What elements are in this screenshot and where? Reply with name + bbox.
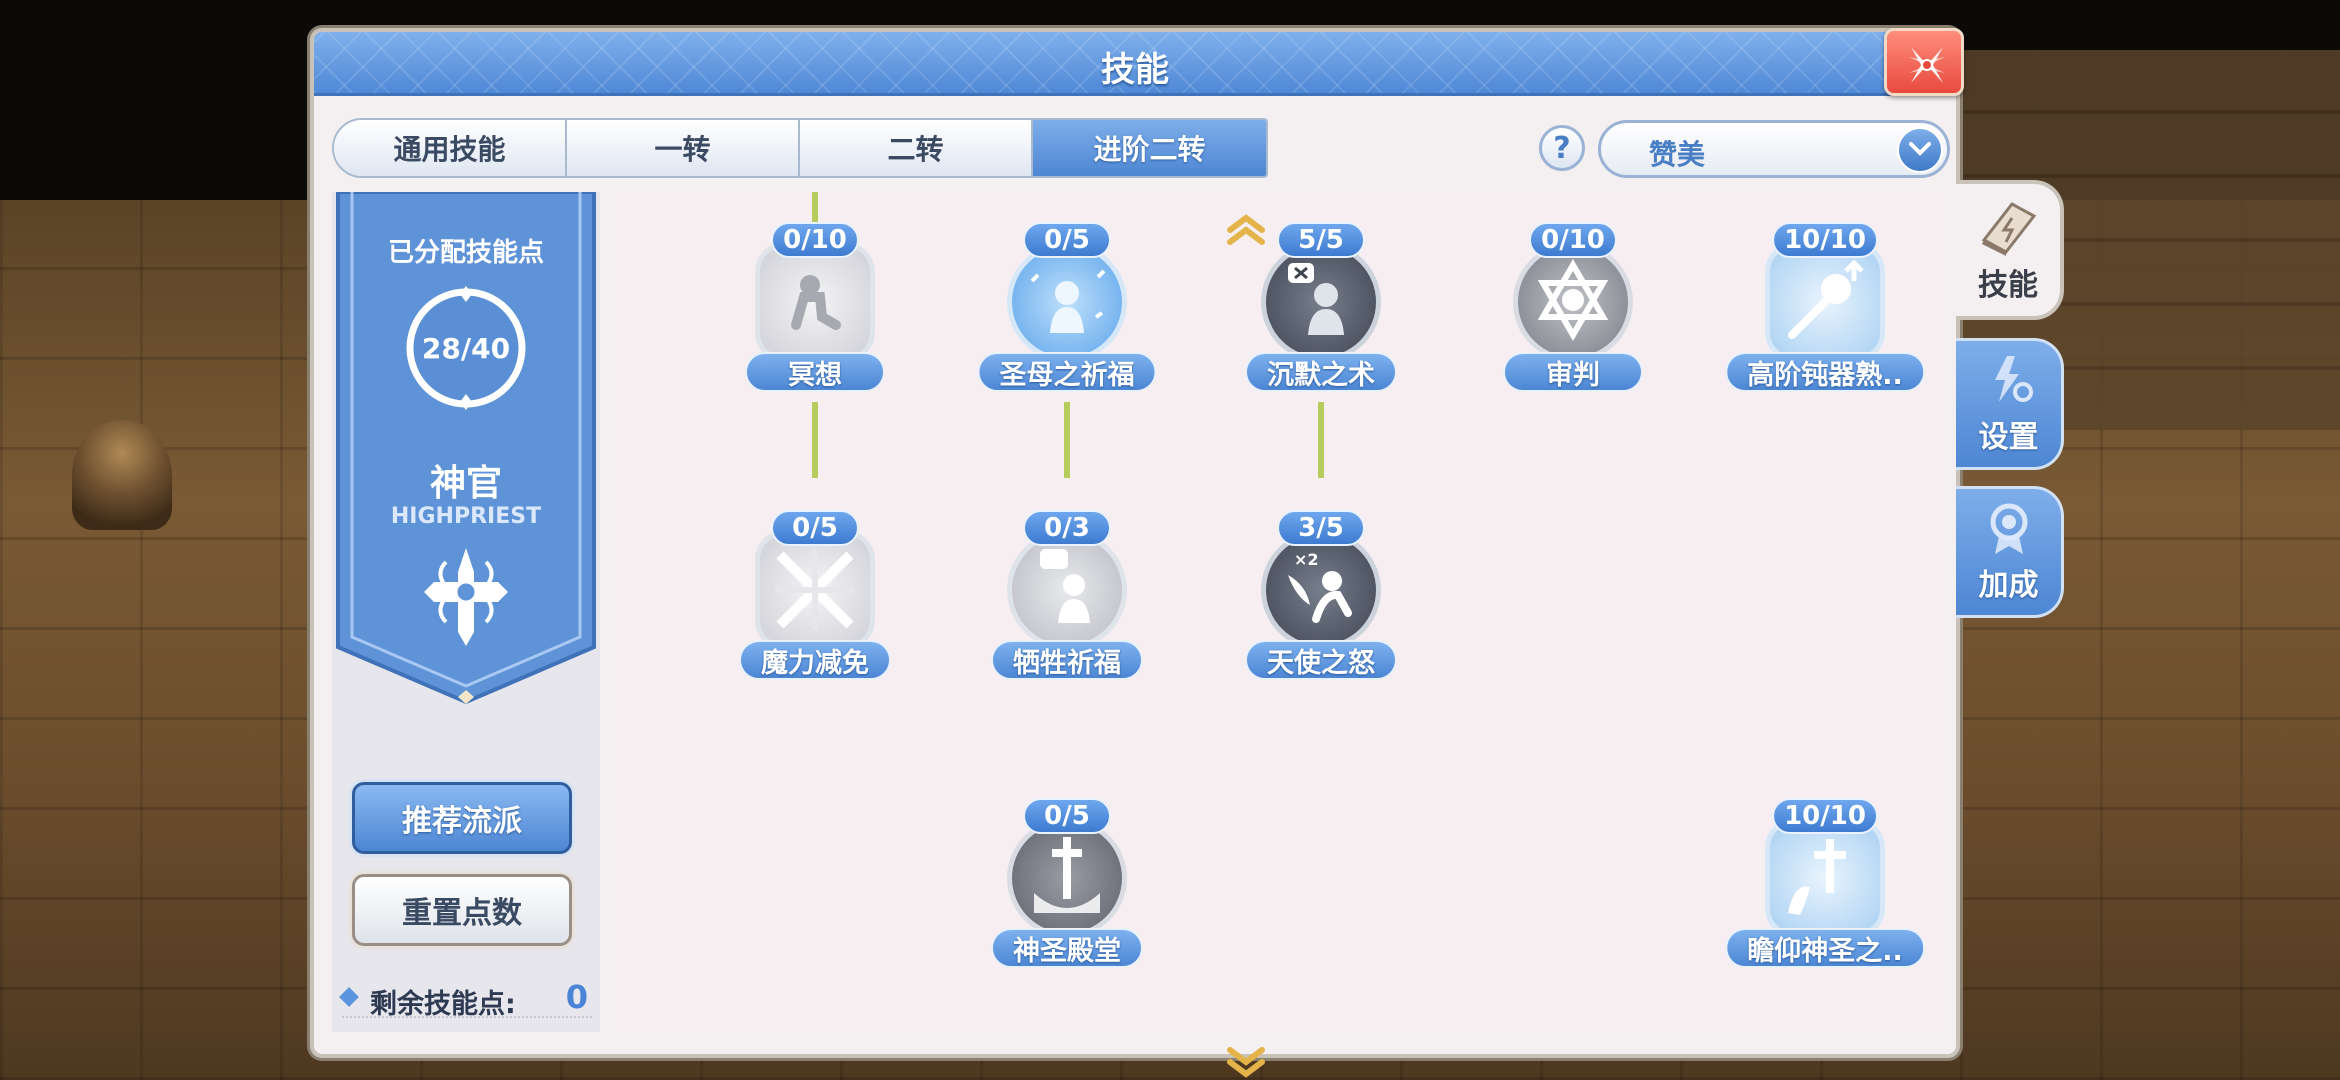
reset-points-button[interactable]: 重置点数 — [352, 874, 572, 946]
skill-level: 10/10 — [1772, 222, 1878, 258]
tab-second-job[interactable]: 二转 — [800, 120, 1033, 176]
scroll-up-icon[interactable] — [1224, 212, 1268, 246]
job-tabs: 通用技能 一转 二转 进阶二转 — [332, 118, 1268, 178]
skill-level: 5/5 — [1277, 222, 1365, 258]
tab-first-job[interactable]: 一转 — [567, 120, 800, 176]
skill-level: 10/10 — [1772, 798, 1878, 834]
skill-name: 神圣殿堂 — [991, 928, 1143, 968]
skill-name: 瞻仰神圣之.. — [1725, 928, 1925, 968]
skill-name: 牺牲祈福 — [991, 640, 1143, 680]
side-tab-bonus[interactable]: 加成 — [1956, 486, 2064, 618]
skill-sacrifice-blessing[interactable]: 0/3 牺牲祈福 — [972, 510, 1162, 700]
diamond-icon — [339, 987, 359, 1007]
build-dropdown-value: 赞美 — [1649, 138, 1706, 171]
recommend-build-button[interactable]: 推荐流派 — [352, 782, 572, 854]
skill-name: 圣母之祈福 — [977, 352, 1157, 392]
remaining-points-label: 剩余技能点: — [370, 989, 516, 1020]
sacrifice-icon — [1007, 530, 1127, 650]
chevron-down-icon[interactable] — [1897, 127, 1943, 173]
skill-level: 0/10 — [1529, 222, 1617, 258]
side-tab-label: 设置 — [1978, 420, 2039, 455]
magic-reduction-icon — [755, 530, 875, 650]
allocated-points-label: 已分配技能点 — [387, 238, 544, 268]
holy-cross-icon — [1765, 818, 1885, 938]
scroll-down-icon[interactable] — [1224, 1046, 1268, 1080]
skill-tree: 0/10 冥想 0/5 圣母之祈福 5/5 沉默之术 0/10 审判 10/10… — [614, 192, 1944, 1032]
side-tab-label: 技能 — [1978, 268, 2038, 303]
close-button[interactable] — [1884, 28, 1964, 96]
close-icon — [1909, 47, 1945, 83]
skill-mace-mastery[interactable]: 10/10 高阶钝器熟.. — [1725, 222, 1925, 412]
title-bar: 技能 — [314, 32, 1956, 96]
help-button[interactable]: ? — [1539, 125, 1585, 171]
skill-level: 0/5 — [771, 510, 859, 546]
silence-icon — [1261, 242, 1381, 362]
tab-advanced-second-job[interactable]: 进阶二转 — [1033, 120, 1266, 176]
remaining-points-value: 0 — [565, 978, 588, 1016]
class-panel: 已分配技能点 28/40 神官 HIGHPRIEST 推荐流派 重置点数 剩余技… — [332, 192, 600, 1032]
medal-icon — [1990, 503, 2027, 554]
skill-magic-reduction[interactable]: 0/5 魔力减免 — [720, 510, 910, 700]
skill-level: 0/5 — [1023, 798, 1111, 834]
side-tab-settings[interactable]: 设置 — [1956, 338, 2064, 470]
skill-judgement[interactable]: 0/10 审判 — [1478, 222, 1668, 412]
connector-line — [1318, 402, 1324, 478]
skill-level: 0/5 — [1023, 222, 1111, 258]
angel-wrath-icon: ×2 — [1261, 530, 1381, 650]
skill-level: 3/5 — [1277, 510, 1365, 546]
skill-sanctuary[interactable]: 0/5 神圣殿堂 — [972, 798, 1162, 988]
judgement-star-icon — [1513, 242, 1633, 362]
skill-name: 魔力减免 — [739, 640, 891, 680]
meditation-icon — [755, 242, 875, 362]
skill-silence[interactable]: 5/5 沉默之术 — [1226, 222, 1416, 412]
class-name-en: HIGHPRIEST — [390, 504, 542, 529]
side-tab-label: 加成 — [1978, 568, 2039, 603]
window-title: 技能 — [1101, 50, 1169, 90]
connector-line — [812, 402, 818, 478]
sanctuary-icon — [1007, 818, 1127, 938]
skill-holy-contemplation[interactable]: 10/10 瞻仰神圣之.. — [1725, 798, 1925, 988]
skill-name: 天使之怒 — [1245, 640, 1397, 680]
skill-name: 高阶钝器熟.. — [1725, 352, 1925, 392]
lightning-gear-icon — [1994, 356, 2033, 402]
svg-text:×2: ×2 — [1294, 550, 1319, 569]
skill-angel-wrath[interactable]: ×2 3/5 天使之怒 — [1226, 510, 1416, 700]
skill-name: 审判 — [1503, 352, 1643, 392]
skill-name: 沉默之术 — [1245, 352, 1397, 392]
skill-name: 冥想 — [745, 352, 885, 392]
tab-common-skills[interactable]: 通用技能 — [334, 120, 567, 176]
holy-cross-emblem-icon — [424, 548, 508, 646]
skill-window: 技能 通用技能 一转 二转 进阶二转 ? 赞美 已分配技能点 28/40 神官 … — [310, 28, 1964, 1078]
connector-line — [1064, 402, 1070, 478]
skill-level: 0/10 — [771, 222, 859, 258]
skill-virgin-blessing[interactable]: 0/5 圣母之祈福 — [972, 222, 1162, 412]
points-used: 28/40 — [421, 331, 511, 365]
skill-level: 0/3 — [1023, 510, 1111, 546]
background-torch — [72, 420, 172, 530]
skill-meditation[interactable]: 0/10 冥想 — [720, 222, 910, 412]
build-dropdown[interactable]: 赞美 — [1598, 120, 1950, 178]
class-name: 神官 — [429, 463, 502, 504]
blessing-icon — [1007, 242, 1127, 362]
side-tab-skills[interactable]: 技能 — [1956, 180, 2064, 320]
skill-book-icon — [1981, 202, 2037, 256]
remaining-points: 剩余技能点: 0 — [339, 978, 592, 1020]
mace-mastery-icon — [1765, 242, 1885, 362]
